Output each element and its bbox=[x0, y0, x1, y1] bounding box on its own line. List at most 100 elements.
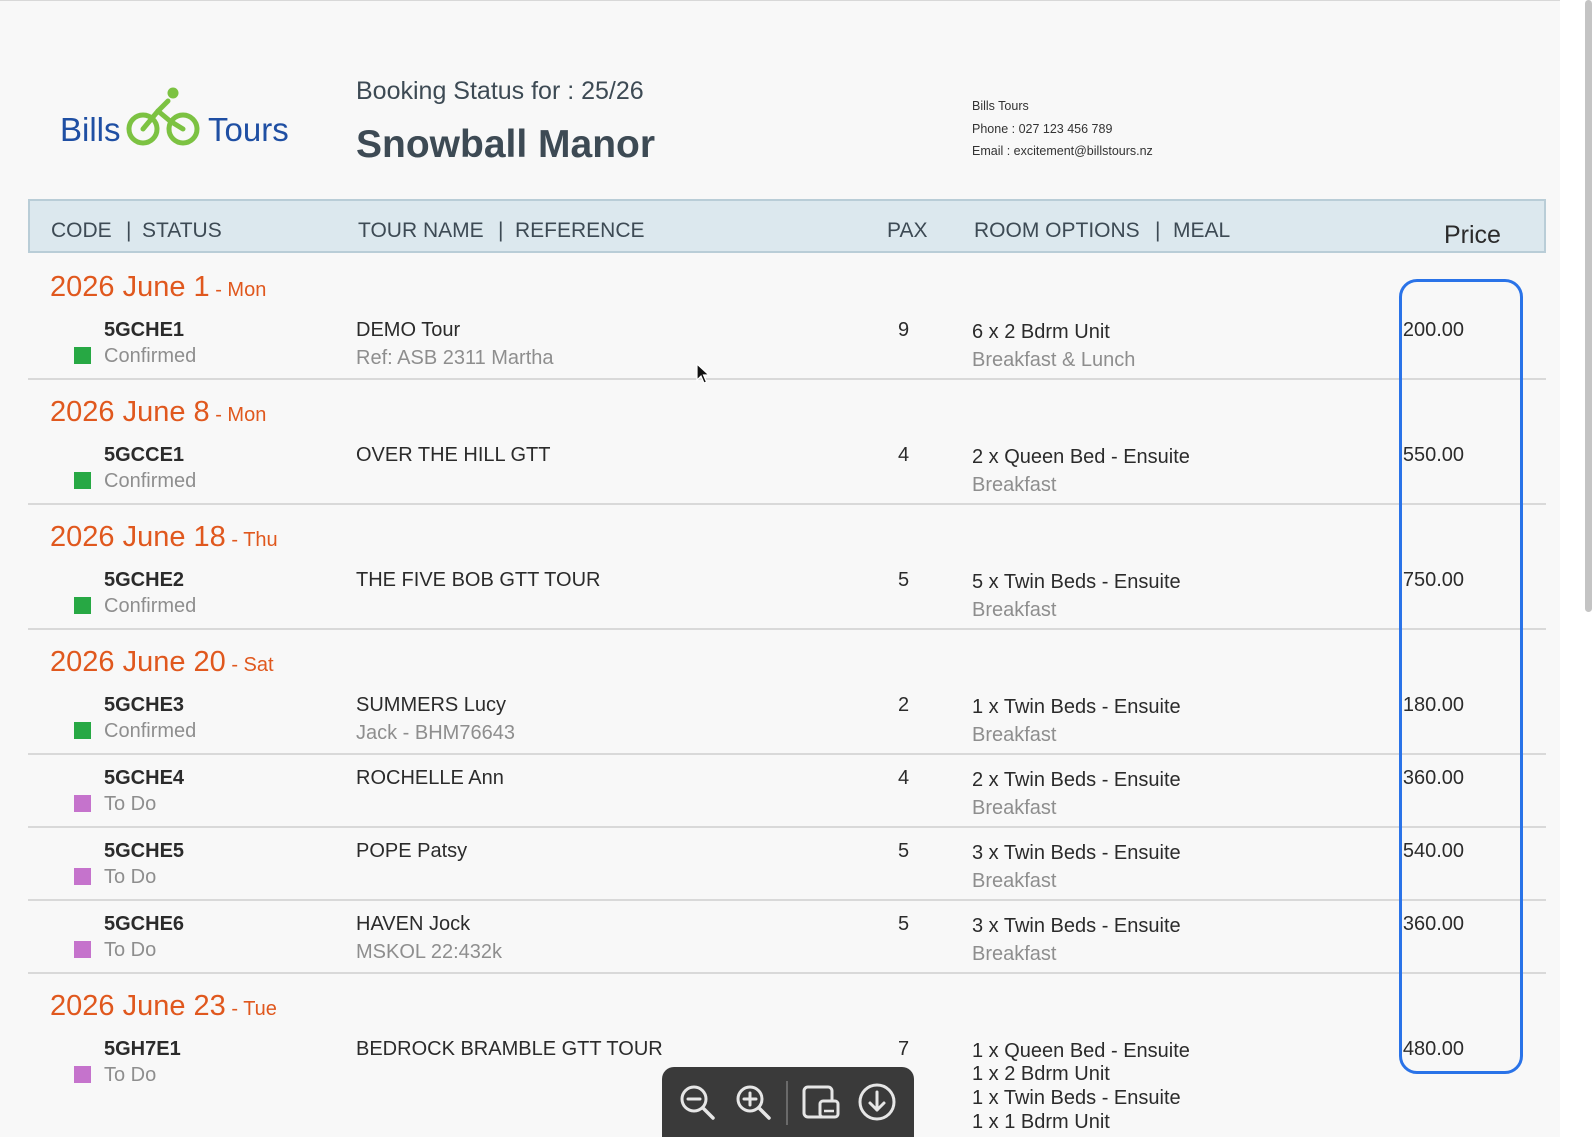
status-badge: Confirmed bbox=[104, 720, 197, 742]
pax-count: 9 bbox=[898, 319, 910, 341]
col-price: Price bbox=[1444, 221, 1501, 249]
tour-name: BEDROCK BRAMBLE GTT TOUR bbox=[356, 1038, 663, 1060]
status-badge: To Do bbox=[104, 866, 157, 888]
col-code: CODE bbox=[51, 219, 112, 242]
booking-code: 5GCHE1 bbox=[104, 319, 185, 341]
tour-name: DEMO Tour bbox=[356, 319, 461, 341]
booking-code: 5GCHE5 bbox=[104, 840, 185, 862]
row-divider bbox=[28, 899, 1546, 901]
pax-count: 5 bbox=[898, 840, 910, 862]
col-pax: PAX bbox=[887, 219, 928, 242]
date-heading: 2026 June 18 - Thu bbox=[50, 521, 278, 553]
room-option: 1 x 2 Bdrm Unit bbox=[972, 1063, 1110, 1085]
status-indicator bbox=[74, 795, 91, 812]
row-divider bbox=[28, 378, 1546, 380]
meal-option: Breakfast bbox=[972, 943, 1057, 965]
status-badge: Confirmed bbox=[104, 470, 197, 492]
meal-option: Breakfast bbox=[972, 474, 1057, 496]
status-indicator bbox=[74, 868, 91, 885]
room-option: 1 x 1 Bdrm Unit bbox=[972, 1111, 1110, 1133]
booking-code: 5GH7E1 bbox=[104, 1038, 181, 1060]
col-separator: | bbox=[126, 219, 132, 242]
status-indicator bbox=[74, 722, 91, 739]
room-option: 3 x Twin Beds - Ensuite bbox=[972, 842, 1181, 864]
scrollbar-thumb[interactable] bbox=[1585, 0, 1592, 612]
booking-code: 5GCHE4 bbox=[104, 767, 185, 789]
date-heading: 2026 June 1 - Mon bbox=[50, 271, 267, 303]
pax-count: 5 bbox=[898, 569, 910, 591]
room-option: 2 x Twin Beds - Ensuite bbox=[972, 769, 1181, 791]
download-icon[interactable] bbox=[856, 1081, 898, 1123]
contact-phone: Phone : 027 123 456 789 bbox=[972, 122, 1113, 136]
col-status: STATUS bbox=[142, 219, 222, 242]
meal-option: Breakfast bbox=[972, 724, 1057, 746]
room-option: 5 x Twin Beds - Ensuite bbox=[972, 571, 1181, 593]
status-indicator bbox=[74, 597, 91, 614]
bills-tours-logo: Bills Tours bbox=[60, 83, 320, 163]
booking-code: 5GCCE1 bbox=[104, 444, 185, 466]
status-indicator bbox=[74, 941, 91, 958]
room-option: 3 x Twin Beds - Ensuite bbox=[972, 915, 1181, 937]
col-separator: | bbox=[498, 219, 504, 242]
tour-name: HAVEN Jock bbox=[356, 913, 471, 935]
meal-option: Breakfast bbox=[972, 599, 1057, 621]
booking-status-subtitle: Booking Status for : 25/26 bbox=[356, 77, 644, 105]
table-header: CODE | STATUS TOUR NAME | REFERENCE PAX … bbox=[28, 199, 1546, 253]
date-heading: 2026 June 8 - Mon bbox=[50, 396, 267, 428]
viewer-toolbar bbox=[662, 1067, 914, 1137]
status-badge: Confirmed bbox=[104, 345, 197, 367]
room-option: 1 x Queen Bed - Ensuite bbox=[972, 1040, 1190, 1062]
status-indicator bbox=[74, 472, 91, 489]
contact-company: Bills Tours bbox=[972, 99, 1029, 113]
booking-code: 5GCHE6 bbox=[104, 913, 185, 935]
report-page: Bills Tours Booking Status for : 25/26 S… bbox=[0, 0, 1560, 1137]
zoom-in-icon[interactable] bbox=[732, 1081, 774, 1123]
zoom-out-icon[interactable] bbox=[676, 1081, 718, 1123]
print-icon[interactable] bbox=[800, 1081, 842, 1123]
room-option: 1 x Twin Beds - Ensuite bbox=[972, 696, 1181, 718]
tour-reference: MSKOL 22:432k bbox=[356, 941, 503, 963]
tour-reference: Jack - BHM76643 bbox=[356, 722, 515, 744]
col-reference: REFERENCE bbox=[515, 219, 645, 242]
booking-code: 5GCHE2 bbox=[104, 569, 185, 591]
col-separator: | bbox=[1155, 219, 1161, 242]
date-heading: 2026 June 20 - Sat bbox=[50, 646, 274, 678]
status-badge: To Do bbox=[104, 793, 157, 815]
status-badge: To Do bbox=[104, 1064, 157, 1086]
meal-option: Breakfast & Lunch bbox=[972, 349, 1136, 371]
row-divider bbox=[28, 826, 1546, 828]
pax-count: 4 bbox=[898, 444, 910, 466]
tour-name: ROCHELLE Ann bbox=[356, 767, 504, 789]
tour-name: THE FIVE BOB GTT TOUR bbox=[356, 569, 601, 591]
status-badge: Confirmed bbox=[104, 595, 197, 617]
row-divider bbox=[28, 628, 1546, 630]
status-indicator bbox=[74, 347, 91, 364]
date-heading: 2026 June 23 - Tue bbox=[50, 990, 277, 1022]
room-option: 1 x Twin Beds - Ensuite bbox=[972, 1087, 1181, 1109]
tour-name: OVER THE HILL GTT bbox=[356, 444, 551, 466]
logo-text-tours: Tours bbox=[208, 111, 289, 148]
pax-count: 2 bbox=[898, 694, 910, 716]
meal-option: Breakfast bbox=[972, 797, 1057, 819]
col-room-options: ROOM OPTIONS bbox=[974, 219, 1140, 242]
contact-email: Email : excitement@billstours.nz bbox=[972, 144, 1153, 158]
toolbar-separator bbox=[786, 1081, 788, 1125]
logo-text-bills: Bills bbox=[60, 111, 121, 148]
pax-count: 5 bbox=[898, 913, 910, 935]
status-badge: To Do bbox=[104, 939, 157, 961]
row-divider bbox=[28, 503, 1546, 505]
booking-code: 5GCHE3 bbox=[104, 694, 185, 716]
status-indicator bbox=[74, 1066, 91, 1083]
tour-name: POPE Patsy bbox=[356, 840, 468, 862]
bicycle-icon bbox=[126, 87, 200, 146]
mouse-cursor-icon bbox=[696, 363, 710, 384]
room-option: 2 x Queen Bed - Ensuite bbox=[972, 446, 1190, 468]
col-tour-name: TOUR NAME bbox=[358, 219, 484, 242]
meal-option: Breakfast bbox=[972, 870, 1057, 892]
price-column-highlight bbox=[1399, 279, 1523, 1074]
col-meal: MEAL bbox=[1173, 219, 1231, 242]
pax-count: 7 bbox=[898, 1038, 910, 1060]
tour-name: SUMMERS Lucy bbox=[356, 694, 507, 716]
pax-count: 4 bbox=[898, 767, 910, 789]
room-option: 6 x 2 Bdrm Unit bbox=[972, 321, 1110, 343]
